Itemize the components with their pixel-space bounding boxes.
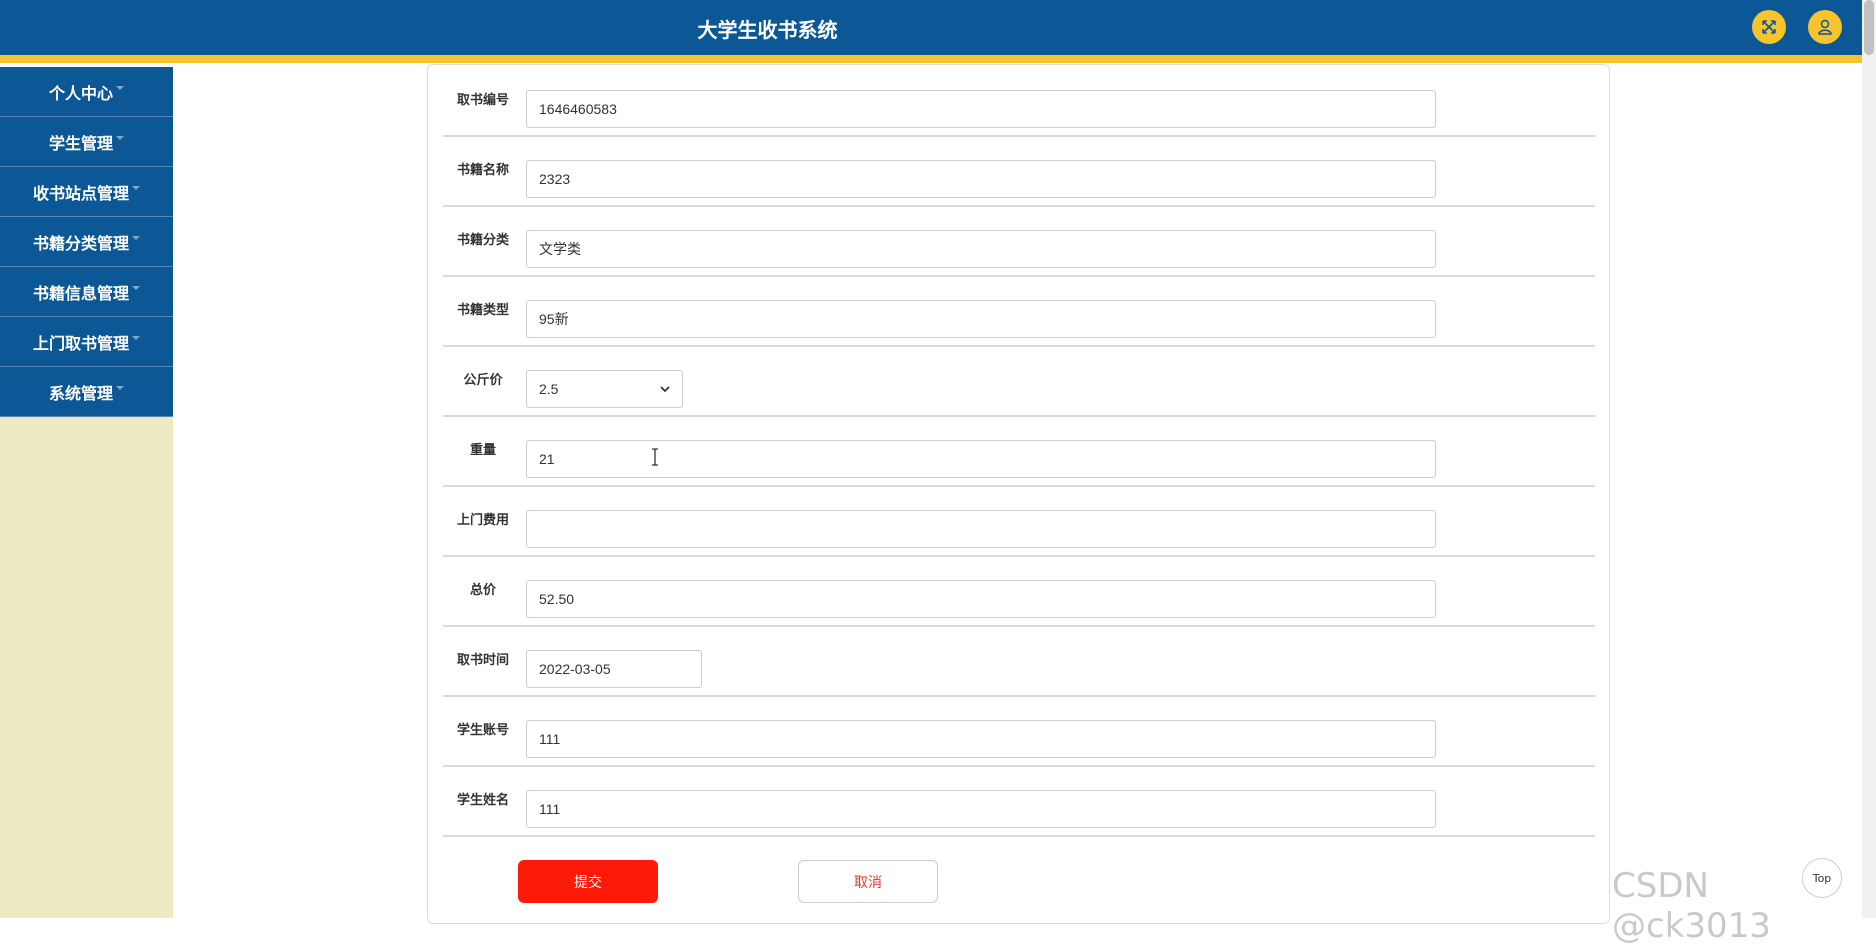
sidebar-item-label: 上门取书管理 (32, 333, 129, 353)
form-row-pickup-number: 取书编号 (443, 67, 1595, 137)
sidebar-item-label: 收书站点管理 (32, 183, 129, 203)
field-label: 学生姓名 (456, 793, 509, 808)
field-label: 公斤价 (463, 373, 503, 388)
field-label: 重量 (469, 443, 496, 458)
sidebar: 个人中心 学生管理 收书站点管理 书籍分类管理 书籍信息管理 上门取书管理 系统… (0, 67, 173, 918)
field-label: 上门费用 (456, 513, 509, 528)
sidebar-item-label: 系统管理 (48, 383, 113, 403)
weight-input[interactable] (526, 440, 1436, 478)
visit-fee-input[interactable] (526, 510, 1436, 548)
caret-down-icon (116, 135, 124, 140)
scrollbar-thumb[interactable] (1864, 0, 1874, 55)
form-row-book-category: 书籍分类 (443, 207, 1595, 277)
field-label: 取书编号 (456, 93, 509, 108)
sidebar-item-label: 书籍分类管理 (32, 233, 129, 253)
back-to-top-button[interactable]: Top (1802, 858, 1842, 898)
user-button[interactable] (1808, 10, 1842, 44)
field-label: 总价 (469, 583, 496, 598)
caret-down-icon (116, 85, 124, 90)
text-cursor-icon (652, 448, 658, 466)
form-row-weight: 重量 (443, 417, 1595, 487)
select-value: 2.5 (539, 381, 559, 397)
cancel-button[interactable]: 取消 (798, 860, 938, 903)
caret-down-icon (132, 185, 140, 190)
sidebar-item-label: 个人中心 (48, 83, 113, 103)
sidebar-item-system-management[interactable]: 系统管理 (0, 367, 173, 417)
caret-down-icon (132, 235, 140, 240)
field-label: 书籍分类 (456, 233, 509, 248)
sidebar-item-label: 学生管理 (48, 133, 113, 153)
sidebar-item-label: 书籍信息管理 (32, 283, 129, 303)
form-row-pickup-time: 取书时间 (443, 627, 1595, 697)
user-icon (1818, 19, 1832, 35)
expand-arrows-icon (1762, 20, 1776, 34)
student-account-input[interactable] (526, 720, 1436, 758)
app-header: 大学生收书系统 (0, 0, 1876, 55)
form-row-visit-fee: 上门费用 (443, 487, 1595, 557)
student-name-input[interactable] (526, 790, 1436, 828)
form-panel: 取书编号 书籍名称 书籍分类 书籍类型 公斤价 2.5 重量 上门费用 总价 取… (427, 64, 1610, 924)
pickup-number-input[interactable] (526, 90, 1436, 128)
pickup-time-input[interactable] (526, 650, 702, 688)
field-label: 书籍名称 (456, 163, 509, 178)
caret-down-icon (132, 335, 140, 340)
form-row-total-price: 总价 (443, 557, 1595, 627)
sidebar-item-station-management[interactable]: 收书站点管理 (0, 167, 173, 217)
submit-button[interactable]: 提交 (518, 860, 658, 903)
sidebar-item-book-info-management[interactable]: 书籍信息管理 (0, 267, 173, 317)
sidebar-item-personal-center[interactable]: 个人中心 (0, 67, 173, 117)
field-label: 取书时间 (456, 653, 509, 668)
form-row-book-type: 书籍类型 (443, 277, 1595, 347)
fullscreen-button[interactable] (1752, 10, 1786, 44)
sidebar-item-pickup-management[interactable]: 上门取书管理 (0, 317, 173, 367)
form-row-student-account: 学生账号 (443, 697, 1595, 767)
form-row-book-name: 书籍名称 (443, 137, 1595, 207)
price-per-kg-select[interactable]: 2.5 (526, 370, 683, 408)
field-label: 学生账号 (456, 723, 509, 738)
total-price-input[interactable] (526, 580, 1436, 618)
book-type-input[interactable] (526, 300, 1436, 338)
book-category-input[interactable] (526, 230, 1436, 268)
app-title: 大学生收书系统 (697, 18, 838, 42)
book-name-input[interactable] (526, 160, 1436, 198)
form-row-student-name: 学生姓名 (443, 767, 1595, 837)
caret-down-icon (116, 385, 124, 390)
caret-down-icon (132, 285, 140, 290)
header-accent-stripe (0, 55, 1876, 63)
sidebar-item-student-management[interactable]: 学生管理 (0, 117, 173, 167)
form-row-price-per-kg: 公斤价 2.5 (443, 347, 1595, 417)
chevron-down-icon (660, 385, 670, 392)
field-label: 书籍类型 (456, 303, 509, 318)
sidebar-item-category-management[interactable]: 书籍分类管理 (0, 217, 173, 267)
page-scrollbar[interactable] (1862, 0, 1876, 918)
